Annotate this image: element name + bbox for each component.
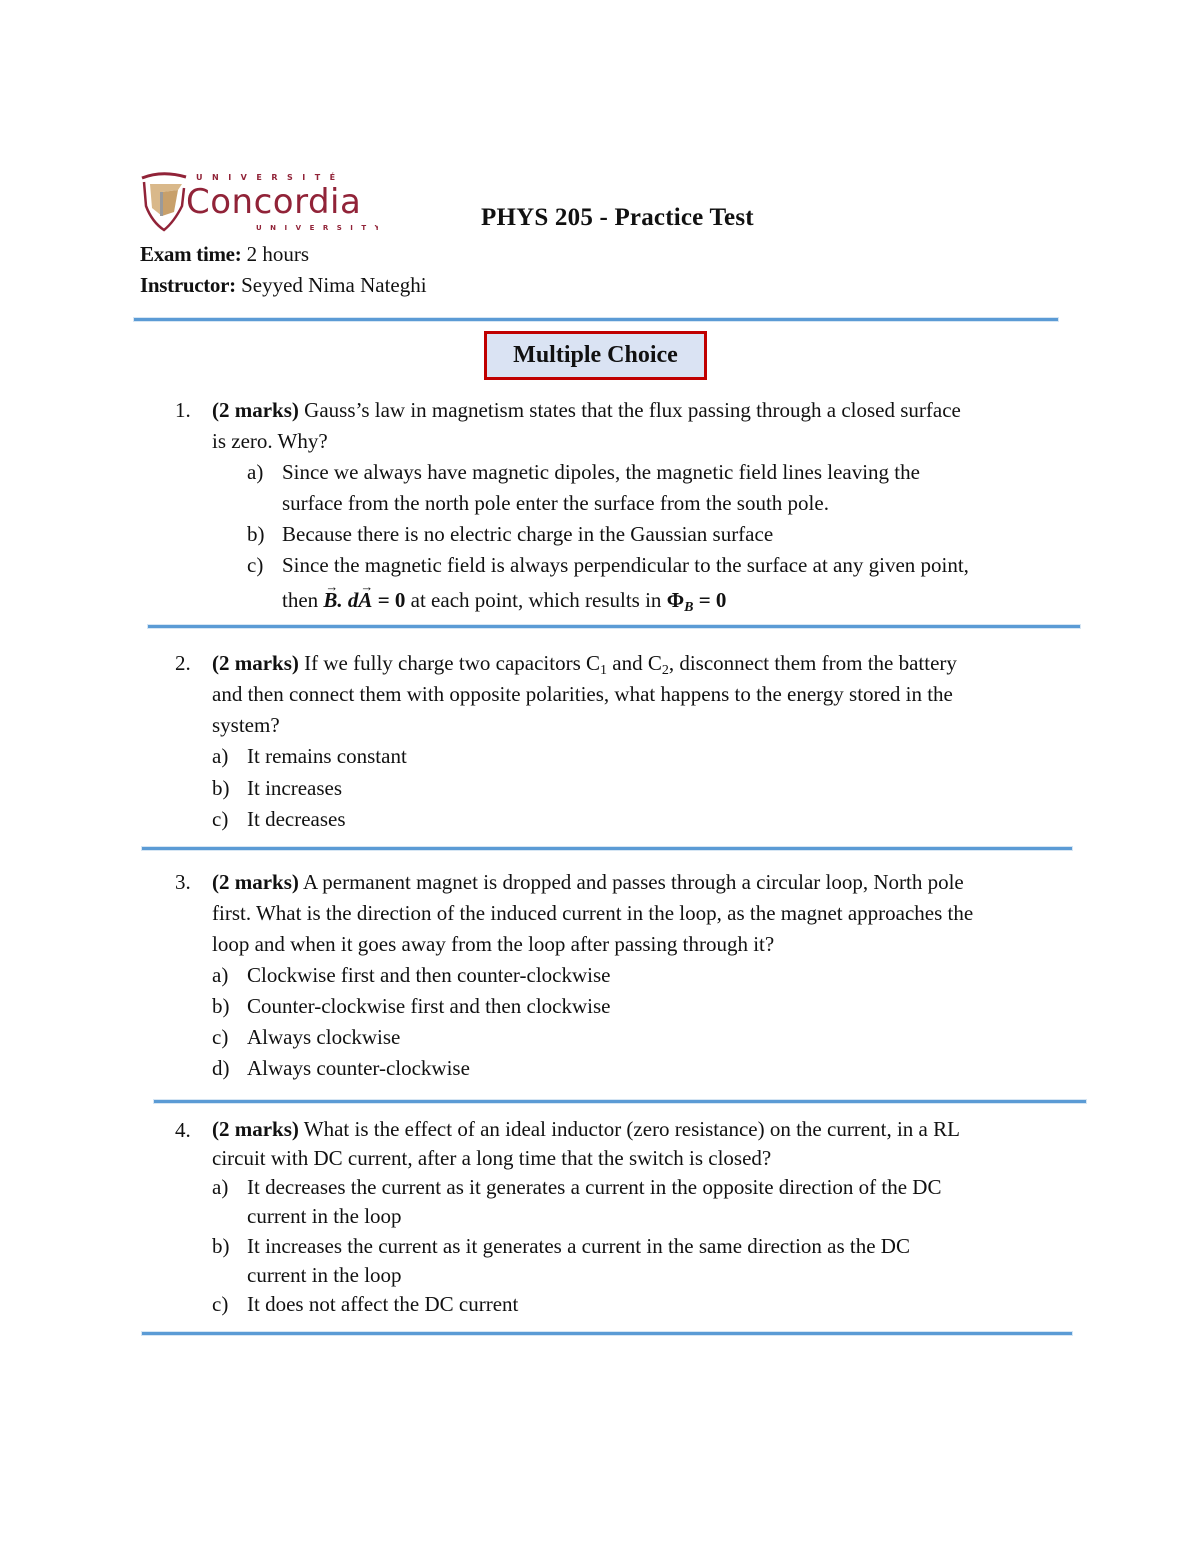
math-dot-d: . d <box>337 588 359 612</box>
logo-top-text: UNIVERSITÉ <box>196 171 345 182</box>
option-label: b) <box>212 994 230 1018</box>
math-equals-zero: = 0 <box>693 588 727 612</box>
option-label: c) <box>212 1025 229 1049</box>
exam-time: Exam time: 2 hours <box>140 242 309 266</box>
section-heading: Multiple Choice <box>484 331 707 380</box>
option-text: It increases the current as it generates… <box>247 1232 910 1290</box>
question-stem: (2 marks) A permanent magnet is dropped … <box>212 867 973 960</box>
question-text-line: What is the effect of an ideal inductor … <box>303 1117 960 1141</box>
option-label: b) <box>247 522 265 546</box>
option-text: It remains constant <box>247 744 407 768</box>
question-number: 3. <box>175 870 191 894</box>
option-text-line: then B. dA = 0 at each point, which resu… <box>282 571 727 616</box>
question-text-line: first. What is the direction of the indu… <box>212 901 974 925</box>
question-marks: (2 marks) <box>212 1117 299 1141</box>
question-number: 2. <box>175 651 191 675</box>
instructor-value: Seyyed Nima Nateghi <box>241 273 427 297</box>
option-text: Since we always have magnetic dipoles, t… <box>282 457 920 519</box>
equation-b-dot-da: B. dA = 0 <box>323 571 406 612</box>
logo-name: Concordia <box>186 182 361 222</box>
option-label: a) <box>212 744 229 768</box>
option-label: c) <box>212 807 229 831</box>
option-text: Clockwise first and then counter-clockwi… <box>247 963 611 987</box>
option-text-line: Since we always have magnetic dipoles, t… <box>282 460 920 484</box>
question-text-line: and then connect them with opposite pola… <box>212 682 953 706</box>
exam-time-label: Exam time: <box>140 242 242 266</box>
option-text: It increases <box>247 776 343 800</box>
instructor-label: Instructor: <box>140 273 236 297</box>
question-stem: (2 marks) Gauss’s law in magnetism state… <box>212 395 961 457</box>
concordia-logo: UNIVERSITÉ Concordia UNIVERSITY <box>138 168 378 234</box>
option-text: It decreases <box>247 807 346 831</box>
page-title: PHYS 205 - Practice Test <box>481 204 754 231</box>
math-phi: Φ <box>666 588 685 612</box>
question-stem: (2 marks) What is the effect of an ideal… <box>212 1115 960 1173</box>
question-number: 1. <box>175 398 191 422</box>
option-text: It does not affect the DC current <box>247 1292 519 1316</box>
vector-b: B <box>323 571 338 616</box>
option-text-line: current in the loop <box>247 1204 402 1228</box>
option-label: a) <box>247 460 264 484</box>
option-text-line: surface from the north pole enter the su… <box>282 491 829 515</box>
text: , disconnect them from the battery <box>668 651 957 675</box>
question-text-line: A permanent magnet is dropped and passes… <box>303 870 964 894</box>
text: then <box>282 588 319 612</box>
question-divider <box>142 847 1072 850</box>
question-marks: (2 marks) <box>212 651 299 675</box>
university-shield-icon: UNIVERSITÉ Concordia UNIVERSITY <box>141 171 378 232</box>
option-label: a) <box>212 963 229 987</box>
option-text: Counter-clockwise first and then clockwi… <box>247 994 611 1018</box>
question-divider <box>148 625 1080 628</box>
subscript: 1 <box>600 663 607 678</box>
question-marks: (2 marks) <box>212 398 299 422</box>
question-divider <box>154 1100 1086 1103</box>
option-label: d) <box>212 1056 230 1080</box>
option-text: Always clockwise <box>247 1025 401 1049</box>
math-equals-zero: = 0 <box>372 588 406 612</box>
question-stem: (2 marks) If we fully charge two capacit… <box>212 648 957 741</box>
question-text-line: loop and when it goes away from the loop… <box>212 932 775 956</box>
option-text: Since the magnetic field is always perpe… <box>282 550 969 616</box>
header-divider <box>134 318 1058 321</box>
vector-a: A <box>358 571 373 616</box>
option-label: b) <box>212 776 230 800</box>
question-text-line: system? <box>212 713 280 737</box>
question-text-line: circuit with DC current, after a long ti… <box>212 1146 772 1170</box>
text: If we fully charge two capacitors C <box>304 651 600 675</box>
option-text-line: It increases the current as it generates… <box>247 1234 910 1258</box>
option-text: Always counter-clockwise <box>247 1056 470 1080</box>
option-label: c) <box>247 553 264 577</box>
option-text: It decreases the current as it generates… <box>247 1173 941 1231</box>
text: and C <box>607 651 662 675</box>
question-text-line: If we fully charge two capacitors C1 and… <box>304 651 957 678</box>
option-label: b) <box>212 1234 230 1258</box>
option-text-line: current in the loop <box>247 1263 402 1287</box>
question-divider <box>142 1332 1072 1335</box>
text: at each point, which results in <box>410 588 662 612</box>
equation-flux-zero: ΦB = 0 <box>666 588 727 615</box>
subscript: 2 <box>661 663 669 678</box>
exam-time-value: 2 hours <box>246 242 310 266</box>
option-label: c) <box>212 1292 229 1316</box>
logo-bottom-text: UNIVERSITY <box>256 224 378 232</box>
question-text-line: Gauss’s law in magnetism states that the… <box>304 398 961 422</box>
question-marks: (2 marks) <box>212 870 299 894</box>
option-text-line: Since the magnetic field is always perpe… <box>282 553 969 577</box>
option-label: a) <box>212 1175 229 1199</box>
option-text: Because there is no electric charge in t… <box>282 522 774 546</box>
question-number: 4. <box>175 1118 191 1142</box>
section-title: Multiple Choice <box>513 342 678 368</box>
question-text-line: is zero. Why? <box>212 429 328 453</box>
option-text-line: It decreases the current as it generates… <box>247 1175 942 1199</box>
instructor: Instructor: Seyyed Nima Nateghi <box>140 273 427 297</box>
